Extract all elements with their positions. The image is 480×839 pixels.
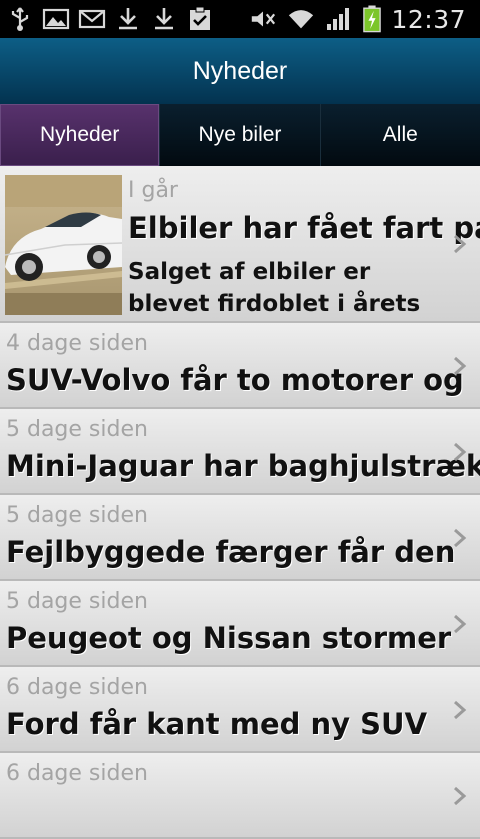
article-headline: Ford får kant med ny SUV (6, 707, 428, 741)
article-headline: Peugeot og Nissan stormer (6, 621, 452, 655)
list-item[interactable]: 4 dage siden SUV-Volvo får to motorer og (0, 323, 480, 409)
status-bar: 12:37 (0, 0, 480, 38)
usb-icon (11, 7, 29, 31)
signal-icon (327, 8, 350, 30)
mute-icon (252, 11, 276, 27)
article-headline: SUV-Volvo får to motorer og (6, 363, 464, 397)
article-date: 4 dage siden (6, 331, 148, 356)
list-item[interactable]: 5 dage siden Fejlbyggede færger får den (0, 495, 480, 581)
battery-charging-icon (363, 5, 382, 33)
article-date: 5 dage siden (6, 589, 148, 614)
app-header: Nyheder (0, 38, 480, 104)
article-list: I går Elbiler har fået fart på Salget af… (0, 166, 480, 839)
list-item[interactable]: I går Elbiler har fået fart på Salget af… (0, 166, 480, 323)
chevron-right-icon (454, 356, 467, 376)
download-icon (119, 8, 137, 30)
list-item[interactable]: 5 dage siden Peugeot og Nissan stormer (0, 581, 480, 667)
wifi-icon (289, 10, 314, 29)
list-item[interactable]: 6 dage siden Ford får kant med ny SUV (0, 667, 480, 753)
article-date: 5 dage siden (6, 503, 148, 528)
article-date: 5 dage siden (6, 417, 148, 442)
article-date: I går (128, 178, 178, 203)
image-icon (42, 8, 70, 30)
list-item[interactable]: 5 dage siden Mini-Jaguar har baghjulstræ… (0, 409, 480, 495)
article-headline: Mini-Jaguar har baghjulstræk (6, 449, 480, 483)
chevron-right-icon (454, 442, 467, 462)
chevron-right-icon (454, 614, 467, 634)
page-title: Nyheder (192, 57, 288, 85)
article-date: 6 dage siden (6, 761, 148, 786)
article-headline: Elbiler har fået fart på (128, 211, 480, 245)
tab-nye-biler[interactable]: Nye biler (160, 104, 321, 166)
article-thumbnail (5, 175, 122, 315)
list-item[interactable]: 6 dage siden (0, 753, 480, 839)
tab-alle[interactable]: Alle (320, 104, 480, 166)
article-date: 6 dage siden (6, 675, 148, 700)
mail-icon (78, 9, 106, 29)
chevron-right-icon (454, 234, 467, 254)
tab-nyheder[interactable]: Nyheder (0, 104, 161, 166)
notification-icons (6, 4, 214, 34)
chevron-right-icon (454, 700, 467, 720)
system-icons: 12:37 (249, 4, 466, 34)
clock: 12:37 (391, 4, 466, 34)
download-icon (155, 8, 173, 30)
tab-bar: Nyheder Nye biler Alle (0, 104, 480, 166)
chevron-right-icon (454, 786, 467, 806)
article-headline: Fejlbyggede færger får den (6, 535, 456, 569)
clipboard-check-icon (190, 6, 210, 30)
article-teaser: Salget af elbiler er blevet firdoblet i … (128, 259, 421, 317)
chevron-right-icon (454, 528, 467, 548)
